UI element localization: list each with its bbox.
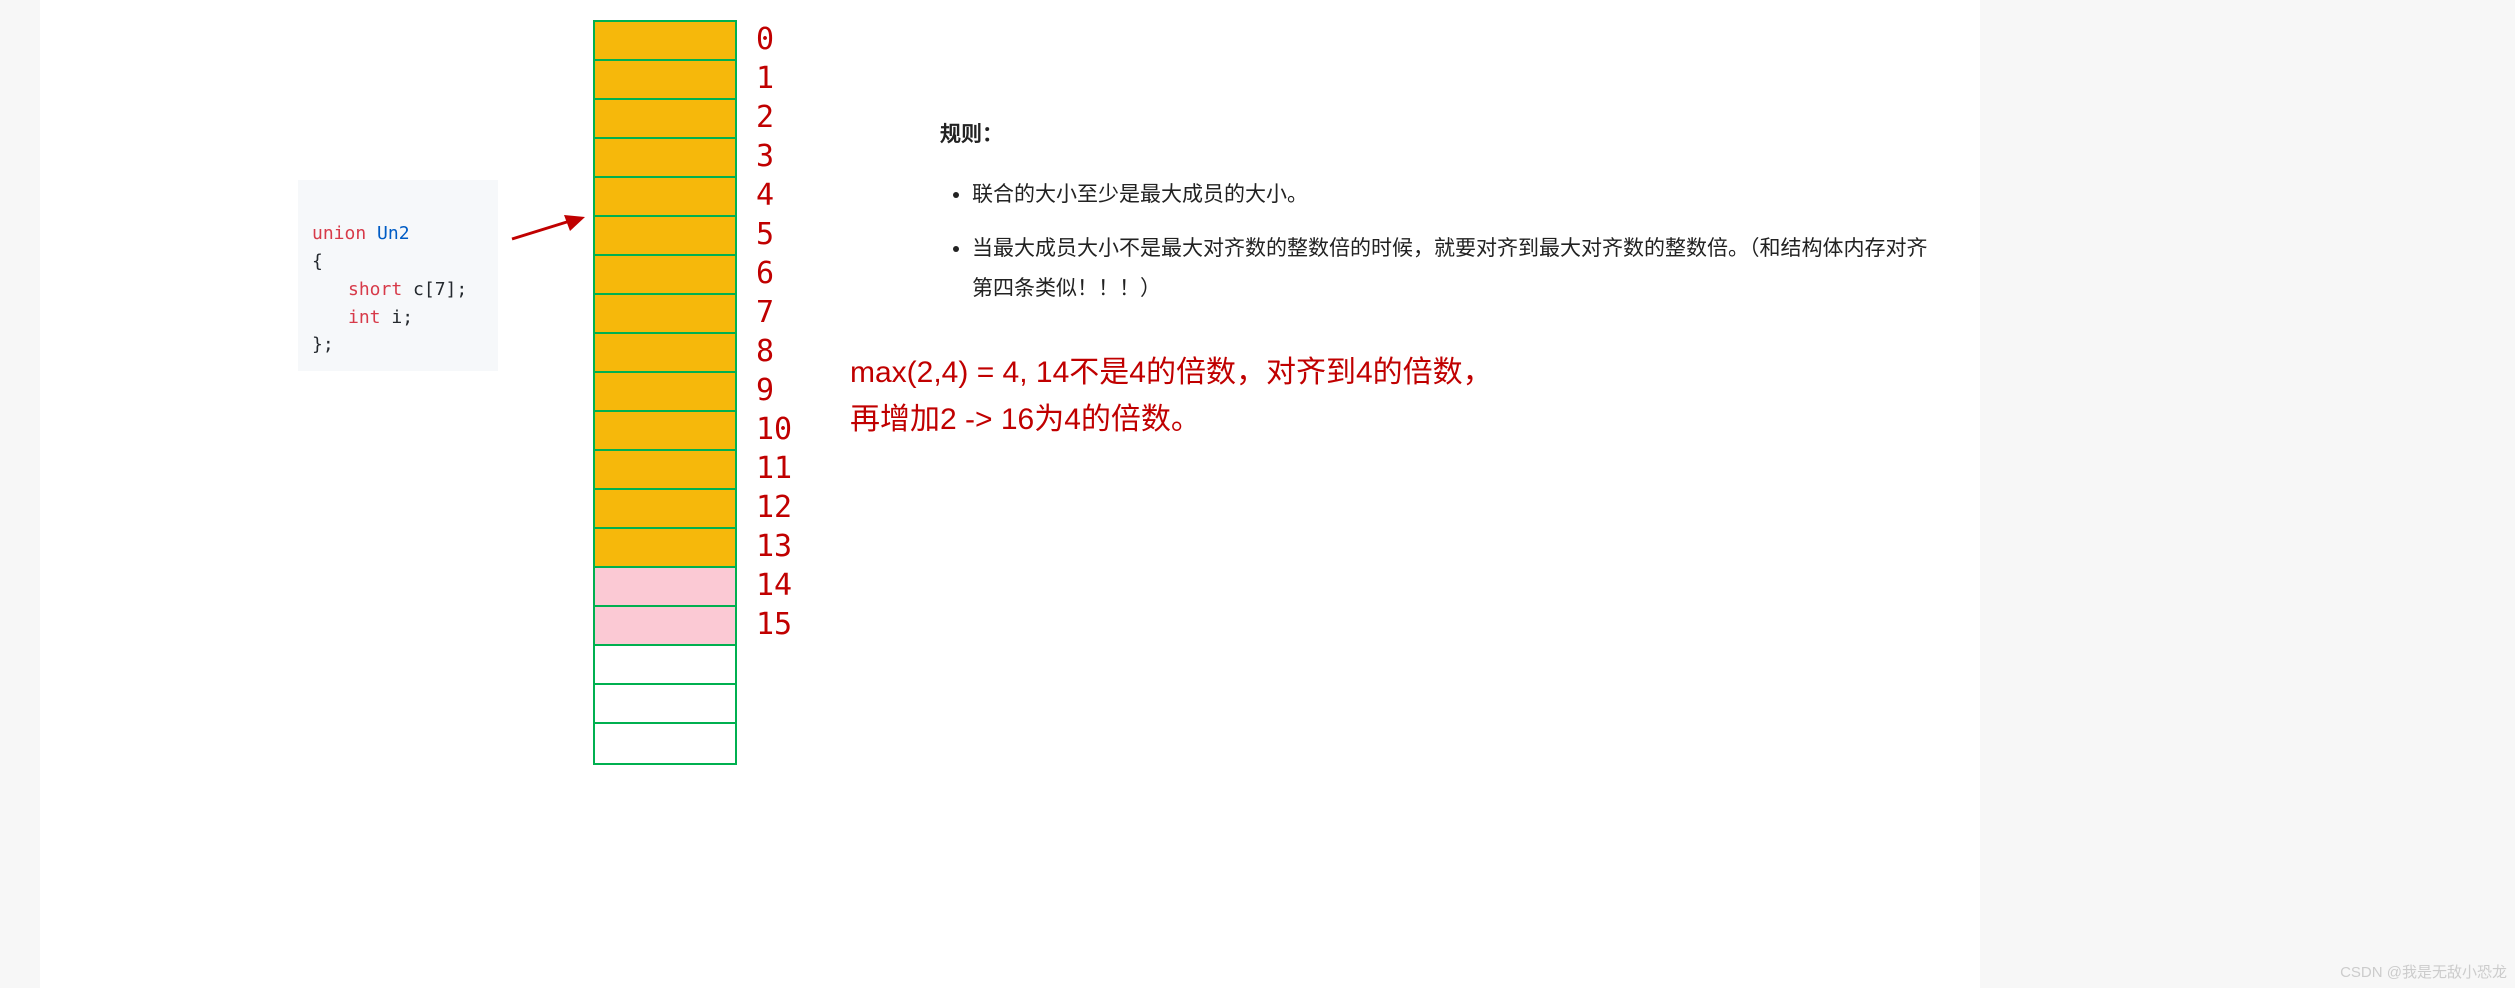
index-column: 0123456789101112131415	[750, 20, 792, 761]
memory-cell	[595, 412, 735, 451]
memory-cell	[595, 685, 735, 724]
memory-cell	[595, 61, 735, 100]
code-block: union Un2 { short c[7]; int i; };	[298, 180, 498, 371]
memory-cell	[595, 22, 735, 61]
index-label: 2	[750, 98, 792, 137]
index-label: 4	[750, 176, 792, 215]
member2-rest: i;	[381, 307, 414, 328]
rule-item-1: 联合的大小至少是最大成员的大小。	[972, 175, 1940, 215]
note-line-1: max(2,4) = 4, 14不是4的倍数，对齐到4的倍数，	[850, 350, 1493, 397]
keyword-union: union	[312, 223, 366, 244]
memory-cell	[595, 295, 735, 334]
rule-item-2: 当最大成员大小不是最大对齐数的整数倍的时候，就要对齐到最大对齐数的整数倍。（和结…	[972, 229, 1940, 309]
memory-cell	[595, 568, 735, 607]
type-int: int	[348, 307, 381, 328]
index-label: 9	[750, 371, 792, 410]
alignment-note: max(2,4) = 4, 14不是4的倍数，对齐到4的倍数， 再增加2 -> …	[850, 350, 1493, 443]
index-label: 3	[750, 137, 792, 176]
index-label: 8	[750, 332, 792, 371]
note-line-2: 再增加2 -> 16为4的倍数。	[850, 397, 1493, 444]
index-label: 11	[750, 449, 792, 488]
diagram-page: union Un2 { short c[7]; int i; }; 012345…	[40, 0, 1980, 988]
memory-cell	[595, 334, 735, 373]
type-short: short	[348, 279, 402, 300]
index-label: 7	[750, 293, 792, 332]
index-label: 0	[750, 20, 792, 59]
index-label: 15	[750, 605, 792, 644]
watermark: CSDN @我是无敌小恐龙	[2340, 961, 2507, 982]
index-label: 12	[750, 488, 792, 527]
memory-cell	[595, 646, 735, 685]
memory-cell	[595, 178, 735, 217]
memory-cell	[595, 724, 735, 763]
memory-cell	[595, 139, 735, 178]
memory-cell	[595, 529, 735, 568]
rules-section: 规则： 联合的大小至少是最大成员的大小。 当最大成员大小不是最大对齐数的整数倍的…	[940, 115, 1940, 323]
index-label: 10	[750, 410, 792, 449]
index-label: 14	[750, 566, 792, 605]
index-label	[750, 644, 792, 683]
memory-column	[593, 20, 737, 765]
memory-cell	[595, 256, 735, 295]
brace-open: {	[312, 251, 323, 272]
brace-close: };	[312, 334, 334, 355]
index-label: 1	[750, 59, 792, 98]
type-name: Un2	[377, 223, 410, 244]
memory-cell	[595, 217, 735, 256]
memory-cell	[595, 100, 735, 139]
index-label	[750, 683, 792, 722]
index-label	[750, 722, 792, 761]
memory-cell	[595, 607, 735, 646]
index-label: 5	[750, 215, 792, 254]
index-label: 13	[750, 527, 792, 566]
memory-cell	[595, 373, 735, 412]
arrow-icon	[510, 215, 585, 243]
index-label: 6	[750, 254, 792, 293]
member1-rest: c[7];	[402, 279, 467, 300]
rules-title: 规则：	[940, 115, 1940, 155]
memory-cell	[595, 490, 735, 529]
memory-cell	[595, 451, 735, 490]
